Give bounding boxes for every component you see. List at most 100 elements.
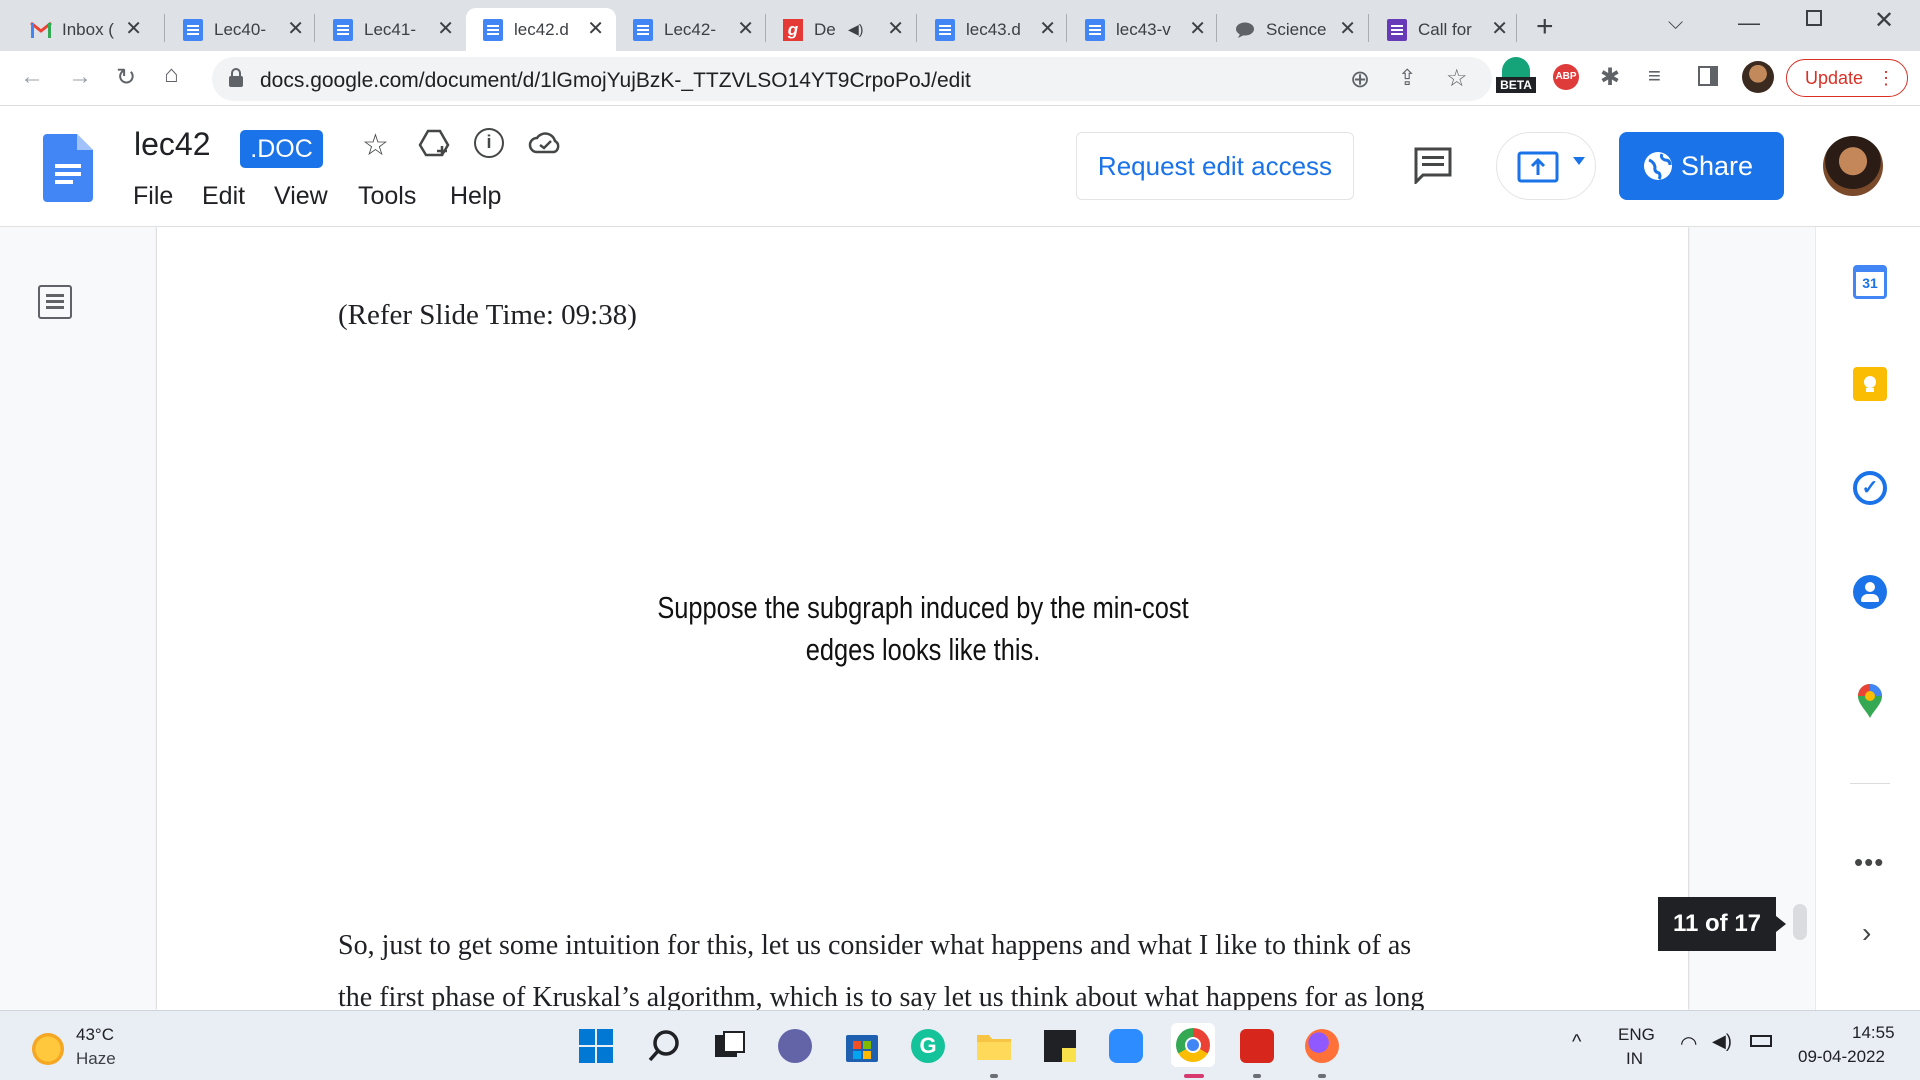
scrollbar-thumb[interactable] bbox=[1793, 904, 1807, 940]
close-icon[interactable]: ✕ bbox=[887, 19, 904, 39]
close-icon[interactable]: ✕ bbox=[737, 19, 754, 39]
menu-edit[interactable]: Edit bbox=[202, 182, 245, 211]
sticky-notes-icon[interactable] bbox=[1041, 1027, 1079, 1065]
windows-start-icon[interactable] bbox=[577, 1027, 615, 1065]
tab-lec42-active[interactable]: lec42.d ✕ bbox=[466, 8, 616, 51]
close-icon[interactable]: ✕ bbox=[1039, 19, 1056, 39]
chevron-right-icon[interactable]: › bbox=[1862, 917, 1871, 949]
search-icon[interactable] bbox=[645, 1027, 683, 1065]
wifi-icon[interactable]: ◠ bbox=[1680, 1031, 1697, 1056]
acrobat-icon[interactable] bbox=[1238, 1027, 1276, 1065]
tab-inbox[interactable]: Inbox ( ✕ bbox=[14, 8, 154, 51]
share-page-icon[interactable]: ⇪ bbox=[1398, 65, 1416, 91]
tab-lec41[interactable]: Lec41- ✕ bbox=[316, 8, 466, 51]
home-icon[interactable]: ⌂ bbox=[164, 61, 179, 89]
tab-label: lec43-v bbox=[1116, 19, 1171, 39]
more-horiz-icon[interactable]: ••• bbox=[1854, 847, 1884, 878]
grammarly-icon[interactable]: G bbox=[909, 1027, 947, 1065]
docs-icon bbox=[182, 18, 204, 41]
zoom-app-icon[interactable] bbox=[1107, 1027, 1145, 1065]
bookmark-star-icon[interactable]: ☆ bbox=[1446, 64, 1468, 93]
url-text: docs.google.com/document/d/1lGmojYujBzK-… bbox=[260, 69, 971, 92]
tab-de[interactable]: g De ◀) ✕ bbox=[766, 8, 916, 51]
close-icon[interactable]: ✕ bbox=[287, 19, 304, 39]
tasks-icon[interactable]: ✓ bbox=[1853, 471, 1887, 505]
paragraph-line-1: So, just to get some intuition for this,… bbox=[338, 930, 1412, 961]
menu-tools[interactable]: Tools bbox=[358, 182, 416, 211]
document-workspace: (Refer Slide Time: 09:38) Suppose the su… bbox=[0, 227, 1815, 1010]
tab-lec40[interactable]: Lec40- ✕ bbox=[166, 8, 316, 51]
forms-icon bbox=[1386, 18, 1408, 41]
docs-icon bbox=[934, 18, 956, 41]
language-top[interactable]: ENG bbox=[1618, 1025, 1655, 1045]
contacts-icon[interactable] bbox=[1853, 575, 1887, 609]
outline-toggle-icon[interactable] bbox=[38, 285, 72, 319]
star-icon[interactable]: ☆ bbox=[362, 128, 389, 163]
chrome-icon[interactable] bbox=[1171, 1023, 1215, 1067]
close-icon[interactable]: ✕ bbox=[587, 19, 604, 39]
menu-help[interactable]: Help bbox=[450, 182, 501, 211]
new-tab-button[interactable]: + bbox=[1536, 10, 1554, 44]
microsoft-store-icon[interactable] bbox=[843, 1027, 881, 1065]
menu-file[interactable]: File bbox=[133, 182, 173, 211]
document-title[interactable]: lec42 bbox=[134, 126, 211, 163]
grammarly-beta-extension-icon[interactable]: BETA bbox=[1496, 55, 1536, 95]
browser-tab-strip: Inbox ( ✕ Lec40- ✕ Lec41- ✕ lec42.d ✕ Le… bbox=[0, 0, 1920, 51]
cloud-status-icon[interactable] bbox=[528, 130, 562, 159]
reading-list-icon[interactable]: ≡ bbox=[1648, 63, 1661, 89]
speaker-icon[interactable]: ◀) bbox=[848, 21, 863, 38]
docs-icon bbox=[482, 18, 504, 41]
close-window-button[interactable]: ✕ bbox=[1874, 6, 1894, 35]
firefox-icon[interactable] bbox=[1303, 1027, 1341, 1065]
battery-icon[interactable] bbox=[1750, 1035, 1772, 1047]
maps-icon[interactable] bbox=[1856, 683, 1884, 724]
comments-icon[interactable] bbox=[1413, 146, 1453, 189]
tab-label: Lec40- bbox=[214, 19, 266, 39]
calendar-icon[interactable]: 31 bbox=[1853, 265, 1887, 299]
forward-arrow-icon[interactable]: → bbox=[68, 63, 92, 91]
reload-icon[interactable]: ↻ bbox=[116, 63, 136, 92]
info-icon[interactable]: i bbox=[474, 128, 504, 158]
volume-icon[interactable]: ◀) bbox=[1712, 1031, 1732, 1052]
weather-sun-icon[interactable] bbox=[32, 1033, 64, 1065]
tab-search-chevron-icon[interactable]: ⌵ bbox=[1668, 12, 1683, 35]
zoom-icon[interactable]: ⊕ bbox=[1350, 65, 1370, 94]
file-explorer-icon[interactable] bbox=[975, 1027, 1013, 1065]
close-icon[interactable]: ✕ bbox=[1491, 19, 1508, 39]
adblock-extension-icon[interactable]: ABP bbox=[1553, 64, 1579, 90]
update-button[interactable]: Update ⋮ bbox=[1786, 59, 1908, 97]
google-docs-logo-icon[interactable] bbox=[43, 134, 93, 207]
weather-description[interactable]: Haze bbox=[76, 1049, 116, 1069]
tab-lec43[interactable]: lec43.d ✕ bbox=[918, 8, 1068, 51]
close-icon[interactable]: ✕ bbox=[1339, 19, 1356, 39]
close-icon[interactable]: ✕ bbox=[1189, 19, 1206, 39]
keep-icon[interactable] bbox=[1853, 367, 1887, 401]
back-arrow-icon[interactable]: ← bbox=[20, 63, 44, 91]
tab-lec42-b[interactable]: Lec42- ✕ bbox=[616, 8, 766, 51]
close-icon[interactable]: ✕ bbox=[125, 19, 142, 39]
chevron-up-icon[interactable]: ^ bbox=[1572, 1031, 1581, 1054]
minimize-button[interactable]: — bbox=[1738, 10, 1760, 36]
weather-temperature[interactable]: 43°C bbox=[76, 1025, 114, 1045]
restore-button[interactable] bbox=[1806, 10, 1822, 26]
clock-date[interactable]: 09-04-2022 bbox=[1798, 1047, 1885, 1067]
side-panel-icon[interactable] bbox=[1698, 66, 1718, 86]
user-avatar[interactable] bbox=[1823, 136, 1883, 196]
address-bar[interactable]: docs.google.com/document/d/1lGmojYujBzK-… bbox=[212, 57, 1492, 101]
lock-icon bbox=[228, 68, 244, 93]
clock-time[interactable]: 14:55 bbox=[1852, 1023, 1895, 1043]
menu-view[interactable]: View bbox=[274, 182, 328, 211]
tab-science[interactable]: Science ✕ bbox=[1218, 8, 1368, 51]
present-button[interactable] bbox=[1496, 132, 1596, 200]
tab-call-for[interactable]: Call for ✕ bbox=[1370, 8, 1520, 51]
move-to-drive-icon[interactable] bbox=[418, 128, 450, 163]
close-icon[interactable]: ✕ bbox=[437, 19, 454, 39]
profile-avatar[interactable] bbox=[1742, 61, 1774, 93]
task-view-icon[interactable] bbox=[711, 1027, 749, 1065]
teams-chat-icon[interactable] bbox=[776, 1027, 814, 1065]
active-indicator bbox=[1184, 1074, 1204, 1078]
language-bottom[interactable]: IN bbox=[1626, 1049, 1643, 1069]
extensions-puzzle-icon[interactable]: ✱ bbox=[1600, 63, 1620, 92]
tab-lec43-v[interactable]: lec43-v ✕ bbox=[1068, 8, 1218, 51]
request-edit-access-button[interactable]: Request edit access bbox=[1076, 132, 1354, 200]
